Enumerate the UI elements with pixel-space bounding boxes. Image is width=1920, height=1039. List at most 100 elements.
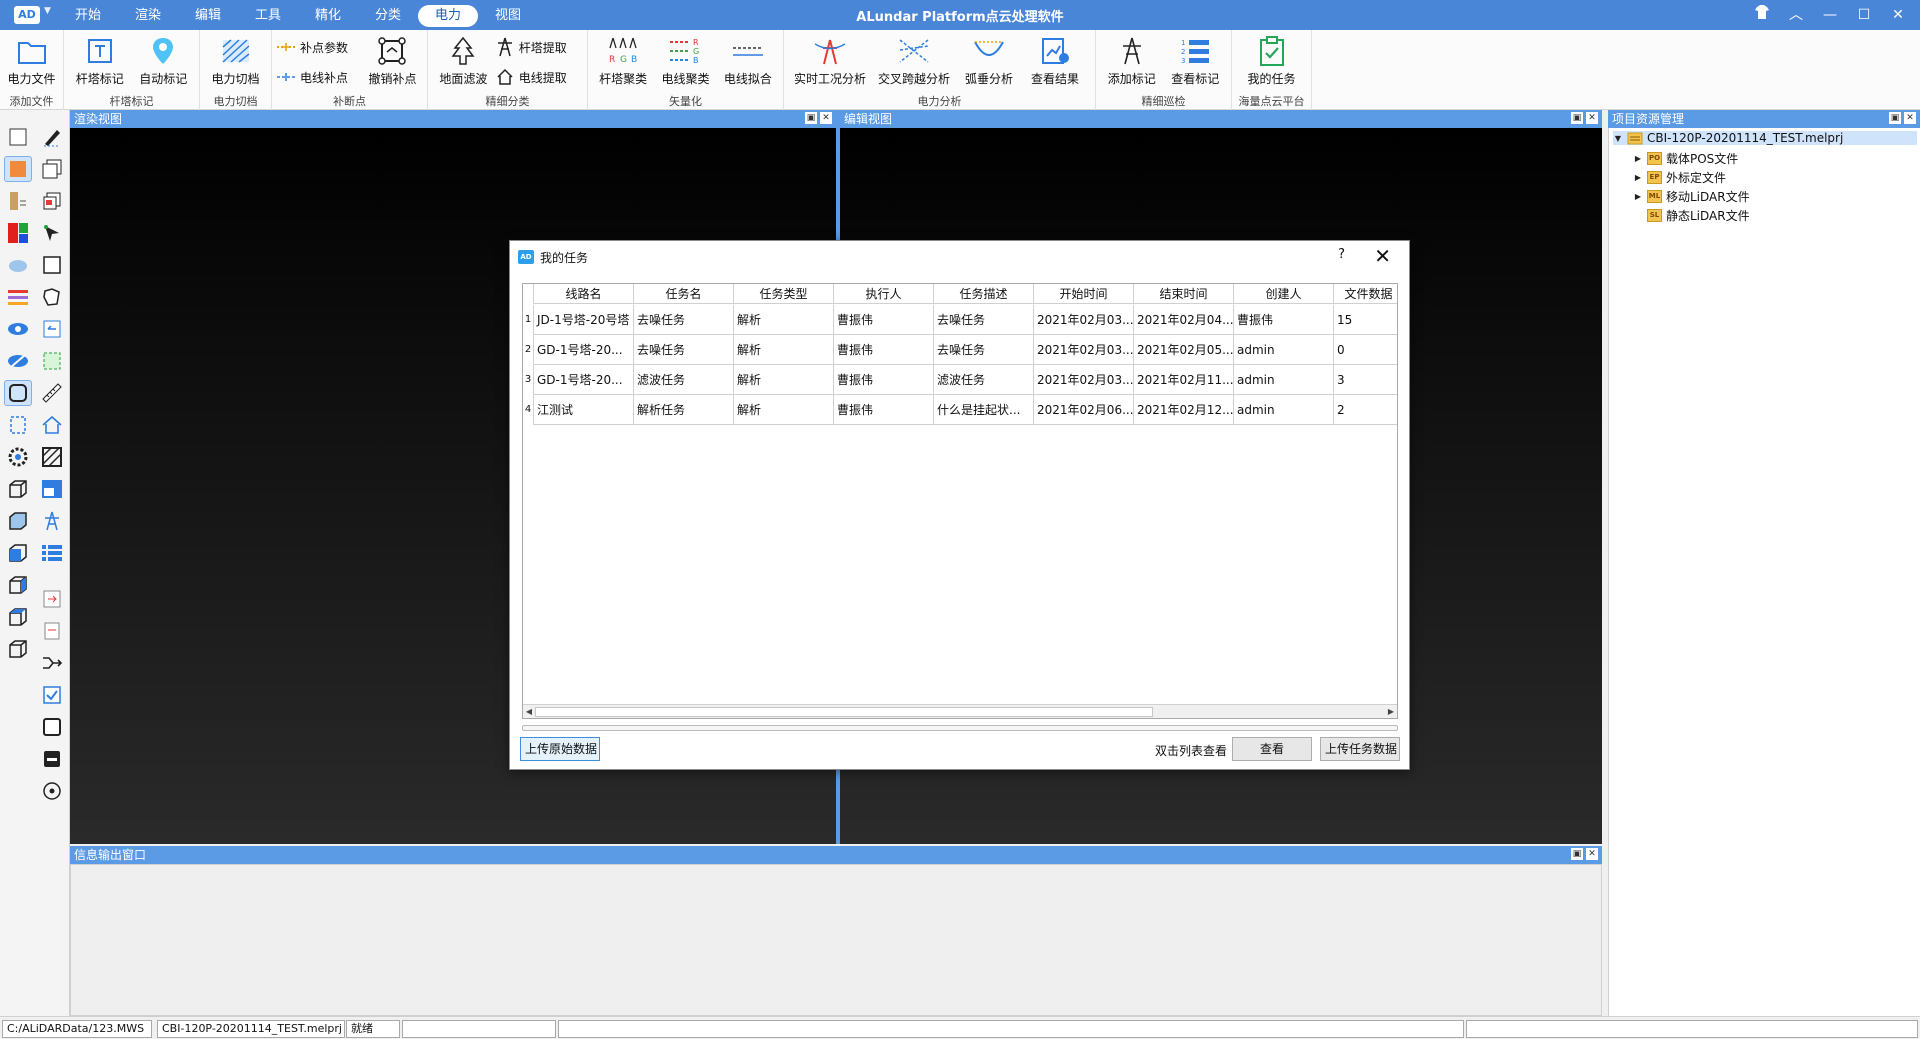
chevron-down-icon[interactable]: ▼ xyxy=(1613,134,1623,143)
elevation-icon[interactable] xyxy=(4,188,32,214)
upload-raw-button[interactable]: 上传原始数据 xyxy=(520,737,600,761)
menu-item[interactable]: 编辑 xyxy=(178,5,238,27)
rgb-color-icon[interactable] xyxy=(4,220,32,246)
table-row[interactable]: 2 GD-1号塔-20... 去噪任务 解析 曹振伟 去噪任务 2021年02月03... 2… xyxy=(523,335,1397,365)
menu-item[interactable]: 渲染 xyxy=(118,5,178,27)
settings-gear-icon[interactable] xyxy=(4,444,32,470)
app-logo[interactable]: AD xyxy=(14,6,40,24)
column-header[interactable]: 任务名 xyxy=(634,284,734,304)
layers-icon[interactable] xyxy=(38,156,66,182)
column-header[interactable]: 创建人 xyxy=(1234,284,1334,304)
cube-iso-icon[interactable] xyxy=(4,636,32,662)
float-icon[interactable]: ▣ xyxy=(1889,112,1901,124)
float-icon[interactable]: ▣ xyxy=(805,112,817,124)
scroll-thumb[interactable] xyxy=(535,707,1153,717)
table-row[interactable]: 3 GD-1号塔-20... 滤波任务 解析 曹振伟 滤波任务 2021年02月03... 2… xyxy=(523,365,1397,395)
copy-window-icon[interactable] xyxy=(38,188,66,214)
horizontal-scrollbar[interactable]: ◀ ▶ xyxy=(523,704,1397,718)
table-row[interactable]: 4 江测试 解析任务 解析 曹振伟 什么是挂起状... 2021年02月06... 2021年… xyxy=(523,395,1397,425)
tower-extract-button[interactable]: 杆塔提取 xyxy=(495,36,583,58)
menu-item[interactable]: 开始 xyxy=(58,5,118,27)
ruler-icon[interactable] xyxy=(38,380,66,406)
window-minimize-icon[interactable] xyxy=(38,746,66,772)
fill-params-button[interactable]: 补点参数 xyxy=(276,36,362,58)
dialog-close-button[interactable]: ✕ xyxy=(1374,244,1391,268)
chevron-right-icon[interactable]: ▶ xyxy=(1633,192,1643,201)
house-measure-icon[interactable] xyxy=(38,412,66,438)
merge-arrow-icon[interactable] xyxy=(38,650,66,676)
menu-item[interactable]: 工具 xyxy=(238,5,298,27)
cube-left-icon[interactable] xyxy=(4,540,32,566)
scroll-left-icon[interactable]: ◀ xyxy=(523,705,535,718)
menu-item[interactable]: 电力 xyxy=(418,5,478,27)
wire-fill-button[interactable]: 电线补点 xyxy=(276,66,362,88)
close-button[interactable]: ✕ xyxy=(1884,4,1912,26)
help-button[interactable]: ? xyxy=(1338,247,1345,262)
square-outline-icon[interactable] xyxy=(38,714,66,740)
export-arrow-icon[interactable] xyxy=(38,586,66,612)
column-header[interactable]: 执行人 xyxy=(834,284,934,304)
rounded-frame-icon[interactable] xyxy=(4,380,32,406)
tree-item[interactable]: ▶ EP 外标定文件 xyxy=(1633,169,1726,186)
rect-select-icon[interactable] xyxy=(38,252,66,278)
view-button[interactable]: 查看 xyxy=(1232,737,1312,761)
dashed-select-icon[interactable] xyxy=(38,348,66,374)
cube-front-icon[interactable] xyxy=(4,476,32,502)
minimize-button[interactable]: — xyxy=(1816,4,1844,26)
shirt-icon[interactable] xyxy=(1748,4,1776,26)
float-icon[interactable]: ▣ xyxy=(1571,848,1583,860)
float-icon[interactable]: ▣ xyxy=(1571,112,1583,124)
svg-text:1: 1 xyxy=(1181,39,1185,47)
close-icon[interactable]: ✕ xyxy=(820,112,832,124)
file-type-icon: EP xyxy=(1647,171,1662,184)
maximize-button[interactable]: ☐ xyxy=(1850,4,1878,26)
cloud-layer-icon[interactable] xyxy=(4,252,32,278)
column-header[interactable]: 文件数据 xyxy=(1334,284,1397,304)
table-row[interactable]: 1 JD-1号塔-20号塔 去噪任务 解析 曹振伟 去噪任务 2021年02月03... 20… xyxy=(523,305,1397,335)
list-icon[interactable] xyxy=(38,540,66,566)
select-pointer-icon[interactable] xyxy=(38,220,66,246)
panel-layout-icon[interactable] xyxy=(38,476,66,502)
close-icon[interactable]: ✕ xyxy=(1586,112,1598,124)
document-icon[interactable] xyxy=(38,618,66,644)
page-corner-icon[interactable] xyxy=(4,412,32,438)
menu-item[interactable]: 精化 xyxy=(298,5,358,27)
tower-small-icon[interactable] xyxy=(38,508,66,534)
color-bars-icon[interactable] xyxy=(4,284,32,310)
tree-item[interactable]: ▶ PO 载体POS文件 xyxy=(1633,150,1738,167)
tree-item[interactable]: SL 静态LiDAR文件 xyxy=(1633,207,1750,224)
table-cell: 2021年02月06... xyxy=(1034,395,1134,425)
pencil-icon[interactable] xyxy=(38,124,66,150)
undo-select-icon[interactable] xyxy=(38,316,66,342)
tree-root[interactable]: ▼ CBI-120P-20201114_TEST.melprj xyxy=(1613,131,1917,145)
chevron-down-icon[interactable]: ▼ xyxy=(44,6,51,16)
cube-right-icon[interactable] xyxy=(4,572,32,598)
cube-back-icon[interactable] xyxy=(4,508,32,534)
color-gradient-icon[interactable] xyxy=(4,156,32,182)
sag-curve-icon xyxy=(972,34,1006,68)
target-icon[interactable] xyxy=(38,778,66,804)
menu-item[interactable]: 分类 xyxy=(358,5,418,27)
chevron-right-icon[interactable]: ▶ xyxy=(1633,154,1643,163)
eye-off-icon[interactable] xyxy=(4,348,32,374)
area-hatch-icon[interactable] xyxy=(38,444,66,470)
column-header[interactable]: 任务描述 xyxy=(934,284,1034,304)
column-header[interactable]: 任务类型 xyxy=(734,284,834,304)
column-header[interactable]: 结束时间 xyxy=(1134,284,1234,304)
polygon-select-icon[interactable] xyxy=(38,284,66,310)
blank-square-icon[interactable] xyxy=(4,124,32,150)
menu-item[interactable]: 视图 xyxy=(478,5,538,27)
column-header[interactable]: 开始时间 xyxy=(1034,284,1134,304)
close-icon[interactable]: ✕ xyxy=(1586,848,1598,860)
cube-top-icon[interactable] xyxy=(4,604,32,630)
eye-icon[interactable] xyxy=(4,316,32,342)
wire-extract-button[interactable]: 电线提取 xyxy=(495,66,583,88)
column-header[interactable]: 线路名 xyxy=(534,284,634,304)
chevron-right-icon[interactable]: ▶ xyxy=(1633,173,1643,182)
upload-task-button[interactable]: 上传任务数据 xyxy=(1320,737,1400,761)
collapse-ribbon-icon[interactable]: ︿ xyxy=(1782,4,1810,26)
checkbox-icon[interactable] xyxy=(38,682,66,708)
tree-item[interactable]: ▶ ML 移动LiDAR文件 xyxy=(1633,188,1750,205)
scroll-right-icon[interactable]: ▶ xyxy=(1385,705,1397,718)
close-icon[interactable]: ✕ xyxy=(1904,112,1916,124)
